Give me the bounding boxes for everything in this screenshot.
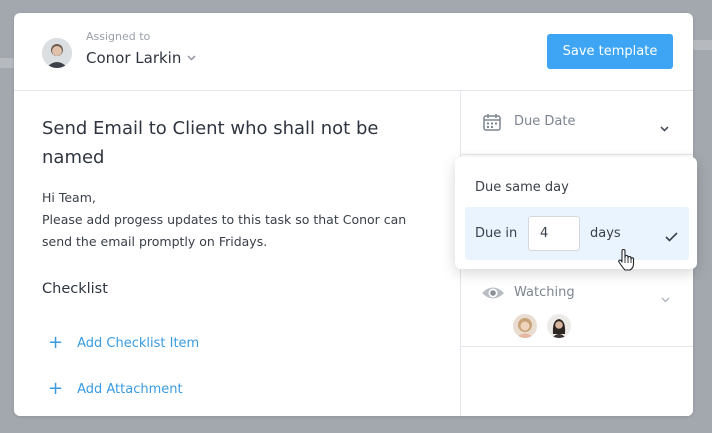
plus-icon: + <box>48 332 64 353</box>
add-attachment-link[interactable]: + Add Attachment <box>48 380 183 398</box>
checklist-heading: Checklist <box>42 281 108 297</box>
background-strip <box>693 40 712 50</box>
description-line: send the email promptly on Fridays. <box>42 234 268 249</box>
chevron-down-icon <box>187 55 196 61</box>
background-strip <box>0 58 14 68</box>
chevron-down-icon <box>660 117 669 136</box>
due-date-label: Due Date <box>514 114 576 129</box>
watcher-avatar[interactable] <box>547 314 571 338</box>
hand-cursor-icon <box>617 248 635 276</box>
watcher-avatar[interactable] <box>513 314 537 338</box>
due-date-popover: Due same day Due in days <box>455 157 697 269</box>
add-checklist-item-label: Add Checklist Item <box>77 335 200 351</box>
add-checklist-item-link[interactable]: + Add Checklist Item <box>48 334 199 352</box>
task-description[interactable]: Hi Team, Please add progess updates to t… <box>42 187 442 253</box>
save-template-button[interactable]: Save template <box>547 34 673 69</box>
eye-icon <box>481 284 505 306</box>
calendar-icon <box>483 113 501 135</box>
due-in-days-option[interactable]: Due in days <box>465 207 689 260</box>
plus-icon: + <box>48 378 64 399</box>
assignee-name: Conor Larkin <box>86 49 182 67</box>
due-in-label: Due in <box>475 226 518 241</box>
days-label: days <box>590 226 621 241</box>
watching-label[interactable]: Watching <box>514 285 575 300</box>
chevron-down-icon <box>661 288 670 307</box>
due-same-day-option[interactable]: Due same day <box>475 180 569 195</box>
check-icon <box>665 227 678 246</box>
due-date-dropdown[interactable]: Due Date <box>461 91 693 155</box>
task-title[interactable]: Send Email to Client who shall not be na… <box>42 114 422 172</box>
task-details-pane: Send Email to Client who shall not be na… <box>14 91 460 416</box>
assigned-to-label: Assigned to <box>86 30 151 43</box>
description-line: Hi Team, <box>42 190 96 205</box>
assignee-avatar[interactable] <box>42 38 72 68</box>
assignee-dropdown[interactable]: Conor Larkin <box>86 49 196 67</box>
watching-section: Watching <box>461 266 693 347</box>
add-attachment-label: Add Attachment <box>77 381 183 397</box>
modal-header: Assigned to Conor Larkin Save template <box>14 13 693 91</box>
days-input[interactable] <box>528 216 580 251</box>
description-line: Please add progess updates to this task … <box>42 212 407 227</box>
